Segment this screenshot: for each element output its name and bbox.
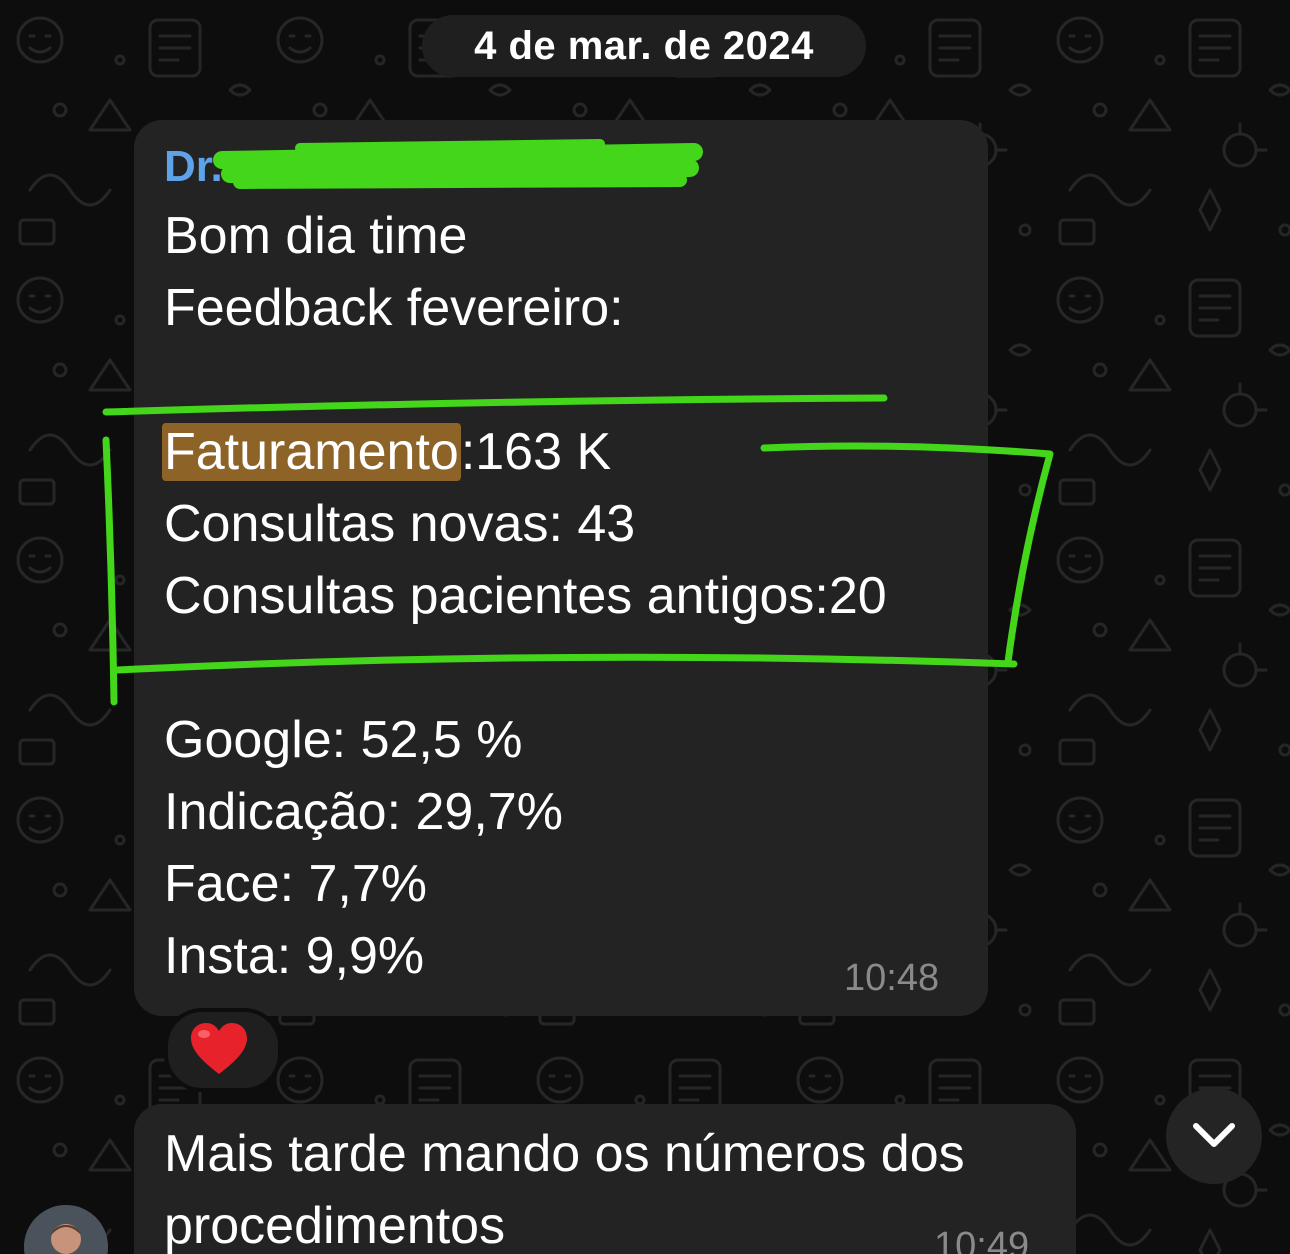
chevron-down-icon	[1193, 1123, 1235, 1147]
red-heart-icon	[191, 1023, 247, 1074]
message-line: procedimentos	[164, 1197, 506, 1254]
sender-name[interactable]: Dr.	[164, 142, 223, 192]
message-time: 10:49	[934, 1225, 1030, 1254]
chat-screen: 4 de mar. de 2024 Dr. Bom dia time Feedb…	[0, 0, 1290, 1254]
source-line: Indicação: 29,7%	[164, 783, 563, 841]
source-line: Google: 52,5 %	[164, 711, 523, 769]
revenue-line: Faturamento:163 K	[162, 422, 612, 482]
metric-line: Consultas pacientes antigos:20	[164, 567, 887, 625]
source-line: Insta: 9,9%	[164, 927, 425, 985]
source-line: Face: 7,7%	[164, 855, 428, 913]
reaction-badge[interactable]	[164, 1008, 282, 1092]
message-time: 10:48	[844, 957, 940, 999]
revenue-value: :163 K	[460, 423, 612, 481]
metric-line: Consultas novas: 43	[164, 495, 636, 553]
message-bubble[interactable]: Dr. Bom dia time Feedback fevereiro: Fat…	[134, 120, 988, 1016]
message-line: Mais tarde mando os números dos	[164, 1125, 965, 1183]
scroll-to-bottom-button[interactable]	[1166, 1088, 1262, 1184]
message-bubble[interactable]: Mais tarde mando os números dos procedim…	[134, 1104, 1076, 1254]
search-highlight: Faturamento	[162, 423, 461, 481]
message-line: Bom dia time	[164, 207, 468, 265]
date-separator: 4 de mar. de 2024	[422, 15, 866, 77]
message-line: Feedback fevereiro:	[164, 279, 624, 337]
